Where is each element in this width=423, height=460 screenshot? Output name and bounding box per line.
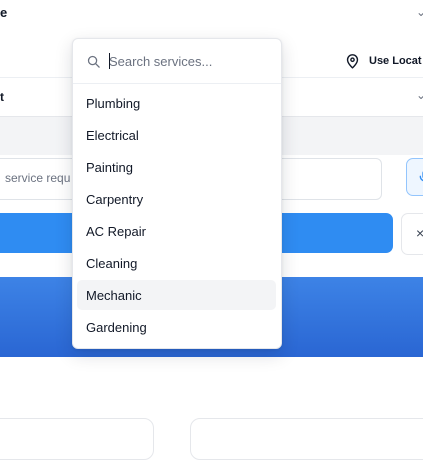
option-label: Electrical — [86, 128, 139, 143]
option-plumbing[interactable]: Plumbing — [77, 88, 276, 118]
search-icon — [87, 55, 100, 68]
text-caret — [109, 53, 110, 69]
option-label: Mechanic — [86, 288, 142, 303]
close-button[interactable]: × — [401, 213, 423, 255]
chevron-down-icon[interactable]: ⌄ — [416, 5, 423, 19]
option-label: Gardening — [86, 320, 147, 335]
bottom-card-left[interactable] — [0, 418, 154, 460]
map-pin-icon — [346, 53, 359, 69]
option-ac-repair[interactable]: AC Repair — [77, 216, 276, 246]
option-carpentry[interactable]: Carpentry — [77, 184, 276, 214]
microphone-icon — [419, 171, 423, 182]
search-services-input[interactable] — [109, 51, 271, 71]
description-placeholder: service requ — [5, 171, 71, 185]
voice-input-button[interactable] — [406, 158, 423, 196]
option-cleaning[interactable]: Cleaning — [77, 248, 276, 278]
option-label: AC Repair — [86, 224, 146, 239]
option-label: Painting — [86, 160, 133, 175]
option-label: Plumbing — [86, 96, 141, 111]
option-mechanic[interactable]: Mechanic — [77, 280, 276, 310]
option-label: Cleaning — [86, 256, 138, 271]
use-location-label: Use Locat — [369, 55, 422, 67]
service-field-label-fragment: e — [0, 5, 8, 20]
dropdown-search — [73, 39, 281, 84]
option-label: Carpentry — [86, 192, 144, 207]
use-location-button[interactable]: Use Locat — [344, 52, 422, 70]
close-icon: × — [416, 225, 423, 241]
category-label-fragment: t — [0, 90, 4, 104]
bottom-card-right[interactable] — [190, 418, 423, 460]
service-field-row[interactable]: e ⌄ — [0, 0, 423, 31]
option-painting[interactable]: Painting — [77, 152, 276, 182]
option-electrical[interactable]: Electrical — [77, 120, 276, 150]
chevron-down-icon[interactable]: ⌄ — [416, 88, 423, 102]
service-dropdown: Plumbing Electrical Painting Carpentry A… — [72, 38, 282, 349]
option-gardening[interactable]: Gardening — [77, 312, 276, 342]
